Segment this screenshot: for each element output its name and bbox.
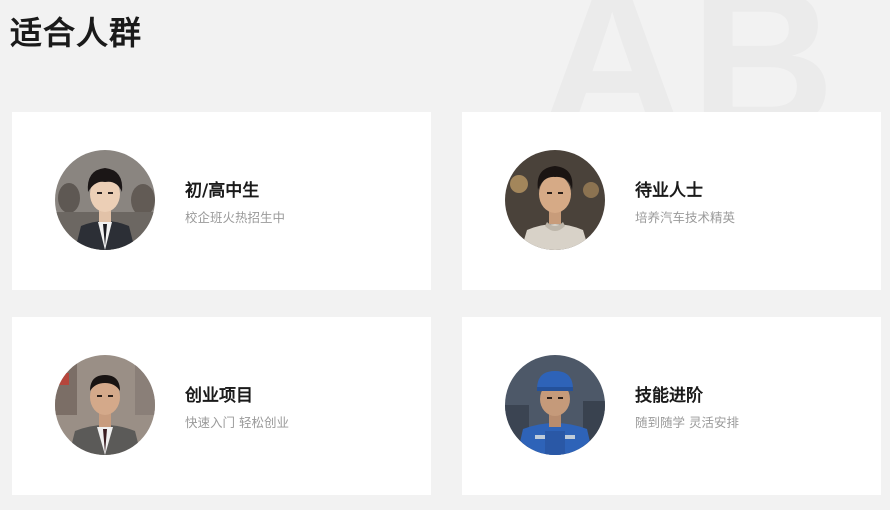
card-title: 技能进阶 — [635, 386, 703, 406]
card-subtitle: 培养汽车技术精英 — [635, 210, 736, 225]
young-man-portrait-icon — [505, 150, 605, 250]
card-subtitle: 随到随学 灵活安排 — [635, 415, 739, 430]
card-title: 创业项目 — [185, 386, 253, 406]
audience-card-entrepreneurs[interactable]: 创业项目 快速入门 轻松创业 — [12, 317, 431, 495]
card-subtitle: 快速入门 轻松创业 — [185, 415, 289, 430]
student-portrait-icon — [55, 150, 155, 250]
mechanic-portrait-icon — [505, 355, 605, 455]
card-title: 待业人士 — [635, 181, 703, 201]
audience-card-students[interactable]: 初/高中生 校企班火热招生中 — [12, 112, 431, 290]
audience-card-job-seekers[interactable]: 待业人士 培养汽车技术精英 — [462, 112, 881, 290]
card-title: 初/高中生 — [185, 181, 260, 201]
businessman-portrait-icon — [55, 355, 155, 455]
card-subtitle: 校企班火热招生中 — [185, 210, 286, 225]
section-title: 适合人群 — [10, 14, 143, 52]
audience-card-skill-upgrade[interactable]: 技能进阶 随到随学 灵活安排 — [462, 317, 881, 495]
target-audience-section: AB 适合人群 初/高中生 校企班火热招生中 待业人士 培养汽车技术精英 创业项… — [0, 0, 890, 510]
